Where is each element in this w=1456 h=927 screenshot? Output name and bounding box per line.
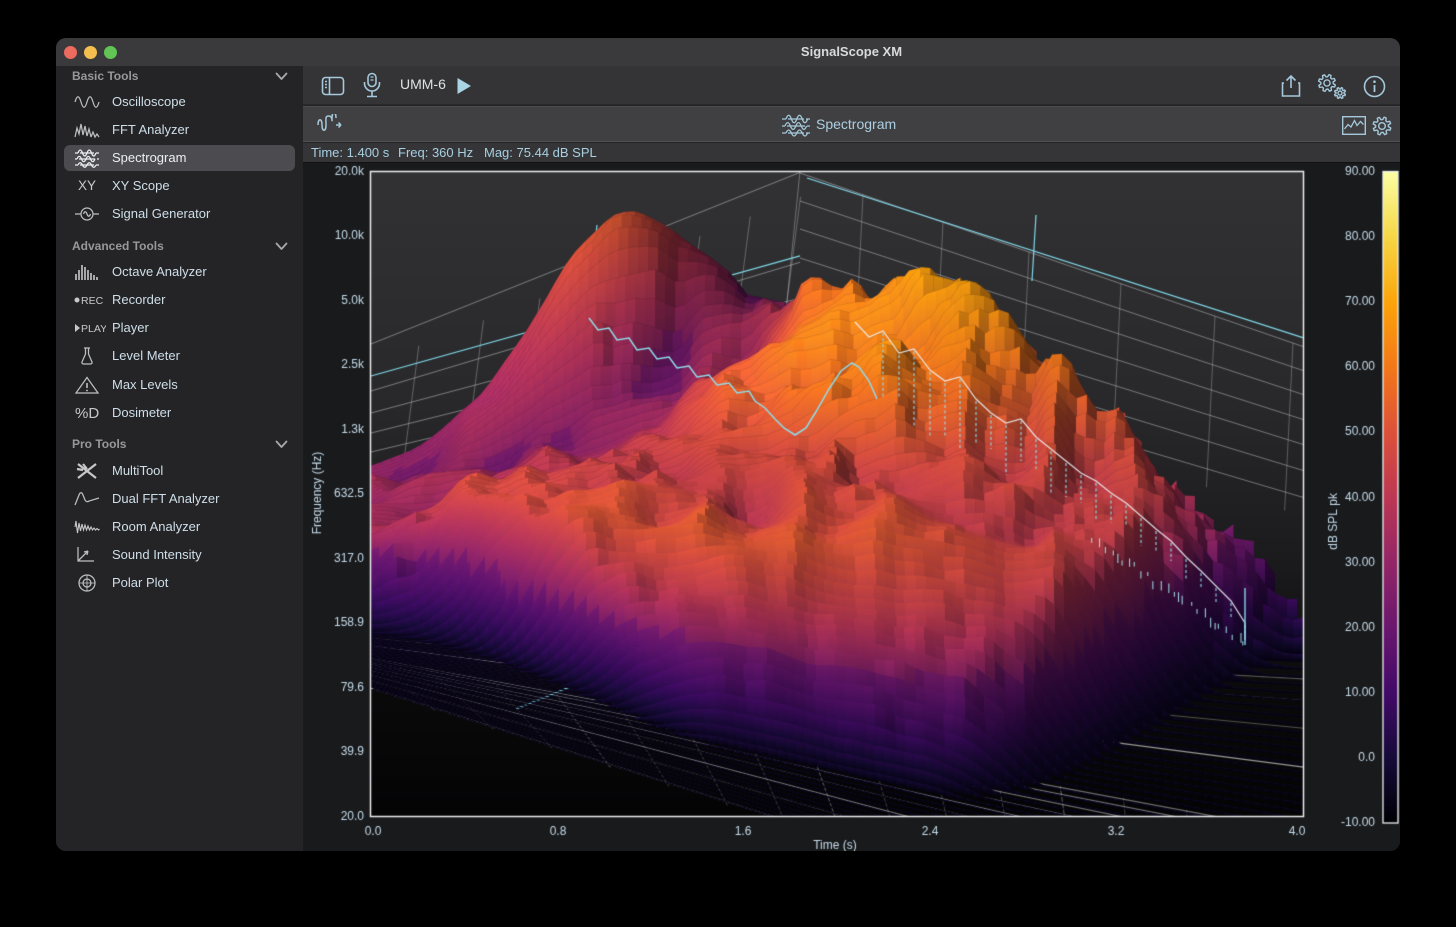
svg-text:PLAY: PLAY <box>81 323 106 335</box>
svg-text:%D: %D <box>75 405 99 422</box>
svg-text:XY: XY <box>78 178 96 193</box>
svg-text:REC: REC <box>81 295 104 307</box>
